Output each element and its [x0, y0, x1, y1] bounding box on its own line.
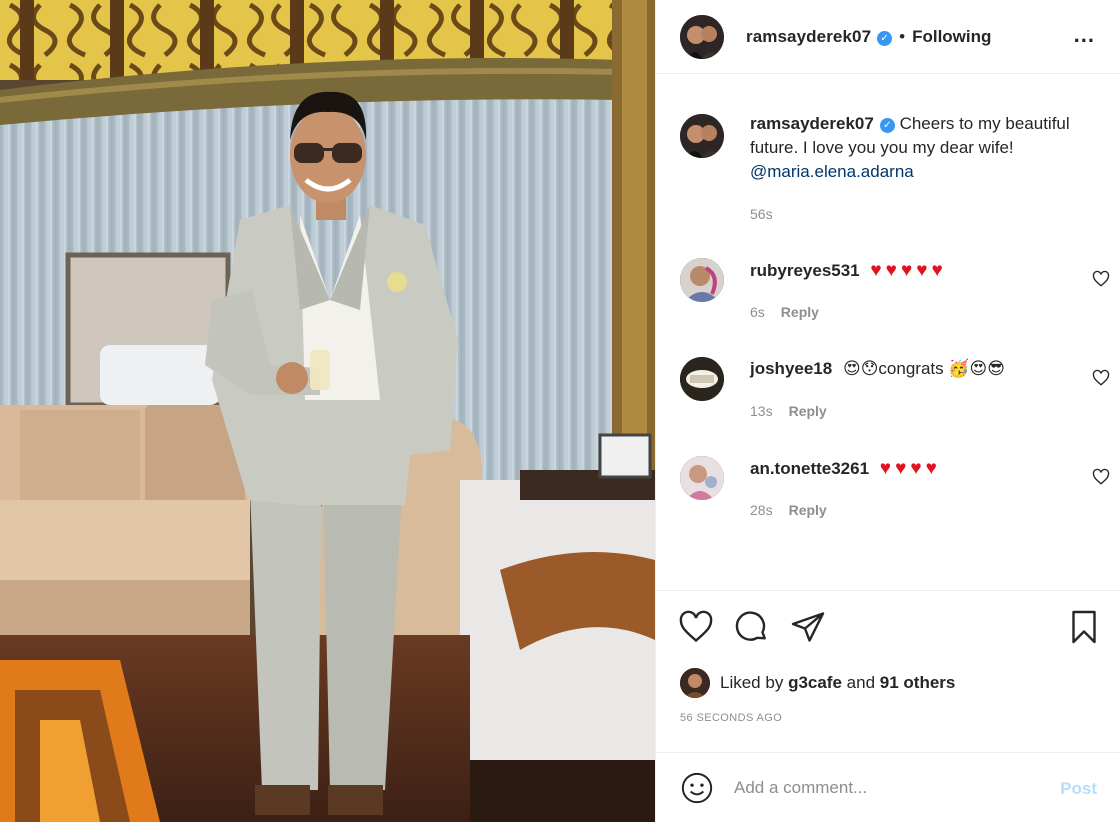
- heart-emoji-icon: ♥: [931, 260, 943, 281]
- comment-text: congrats: [878, 359, 944, 378]
- comment-time[interactable]: 6s: [750, 304, 765, 320]
- reply-button[interactable]: Reply: [789, 403, 827, 419]
- likes-text: Liked by g3cafe and 91 others: [720, 673, 955, 693]
- heart-outline-icon[interactable]: [678, 609, 714, 645]
- comment-avatar[interactable]: [680, 456, 724, 500]
- post-sidebar: ramsayderek07 ✓ • Following ... ramsayder…: [655, 0, 1120, 822]
- verified-badge-icon: ✓: [879, 118, 895, 133]
- comment-avatar[interactable]: [680, 357, 724, 401]
- author-username[interactable]: ramsayderek07 ✓: [746, 27, 893, 47]
- comment-meta: 6s Reply: [750, 304, 819, 320]
- comment-line: rubyreyes531 ♥ ♥ ♥ ♥ ♥: [750, 260, 947, 282]
- post-image: [0, 0, 655, 822]
- bookmark-icon[interactable]: [1066, 609, 1102, 645]
- post-action-bar: [656, 590, 1120, 666]
- post-comment-button[interactable]: Post: [1060, 779, 1097, 799]
- more-options-icon[interactable]: ...: [1074, 24, 1095, 46]
- comment-time[interactable]: 28s: [750, 502, 773, 518]
- heart-emoji-icon: ♥: [925, 458, 937, 479]
- comment-avatar[interactable]: [680, 258, 724, 302]
- caption-avatar[interactable]: [680, 114, 724, 158]
- comment-meta: 13s Reply: [750, 403, 827, 419]
- add-comment-bar: Post: [656, 752, 1120, 822]
- likes-prefix: Liked by: [720, 673, 784, 692]
- emoji-after: 🥳😍😎: [948, 359, 1005, 379]
- likes-summary: Liked by g3cafe and 91 others: [680, 668, 955, 698]
- caption-text: ramsayderek07 ✓ Cheers to my beautiful fu…: [750, 112, 1105, 184]
- following-button[interactable]: Following: [912, 27, 991, 47]
- heart-emoji-icon: ♥: [870, 260, 882, 281]
- comment-item: an.tonette3261 ♥ ♥ ♥ ♥ 28s Reply: [680, 456, 1110, 536]
- heart-emoji-icon: ♥: [910, 458, 922, 479]
- comment-username[interactable]: joshyee18: [750, 359, 832, 378]
- comment-line: joshyee18 😍😯congrats 🥳😍😎: [750, 359, 1005, 379]
- likes-connector: and: [846, 673, 876, 692]
- heart-emoji-icon: ♥: [900, 260, 913, 281]
- verified-badge-icon: ✓: [877, 30, 893, 46]
- post-header: ramsayderek07 ✓ • Following ...: [656, 0, 1120, 74]
- heart-emoji-icon: ♥: [916, 260, 928, 281]
- caption-mention-link[interactable]: @maria.elena.adarna: [750, 162, 914, 181]
- caption-username[interactable]: ramsayderek07: [750, 114, 874, 133]
- post-time-ago[interactable]: 56 SECONDS AGO: [680, 712, 782, 724]
- post-photo[interactable]: [0, 0, 655, 822]
- comment-input[interactable]: [734, 773, 1034, 803]
- liker-username[interactable]: g3cafe: [788, 673, 842, 692]
- author-avatar[interactable]: [680, 14, 724, 59]
- comment-like-icon[interactable]: [1092, 270, 1110, 288]
- comment-bubble-icon[interactable]: [734, 609, 770, 645]
- reply-button[interactable]: Reply: [789, 502, 827, 518]
- emoji-smile-icon[interactable]: [680, 771, 714, 805]
- reply-button[interactable]: Reply: [781, 304, 819, 320]
- comment-like-icon[interactable]: [1092, 369, 1110, 387]
- likes-others-link[interactable]: 91 others: [880, 673, 956, 692]
- comment-line: an.tonette3261 ♥ ♥ ♥ ♥: [750, 458, 941, 480]
- heart-emoji-icon: ♥: [885, 260, 897, 281]
- heart-emoji-icon: ♥: [895, 458, 907, 479]
- liker-avatar[interactable]: [680, 668, 710, 698]
- comment-username[interactable]: rubyreyes531: [750, 261, 860, 280]
- comment-item: joshyee18 😍😯congrats 🥳😍😎 13s Reply: [680, 357, 1110, 437]
- emoji-before: 😍😯: [842, 359, 879, 379]
- caption-timestamp[interactable]: 56s: [750, 206, 773, 222]
- heart-emoji-icon: ♥: [879, 458, 892, 479]
- comment-time[interactable]: 13s: [750, 403, 773, 419]
- comment-username[interactable]: an.tonette3261: [750, 459, 869, 478]
- paper-plane-icon[interactable]: [790, 609, 826, 645]
- comment-item: rubyreyes531 ♥ ♥ ♥ ♥ ♥ 6s Reply: [680, 258, 1110, 338]
- separator-dot: •: [899, 26, 906, 46]
- comment-meta: 28s Reply: [750, 502, 827, 518]
- comment-like-icon[interactable]: [1092, 468, 1110, 486]
